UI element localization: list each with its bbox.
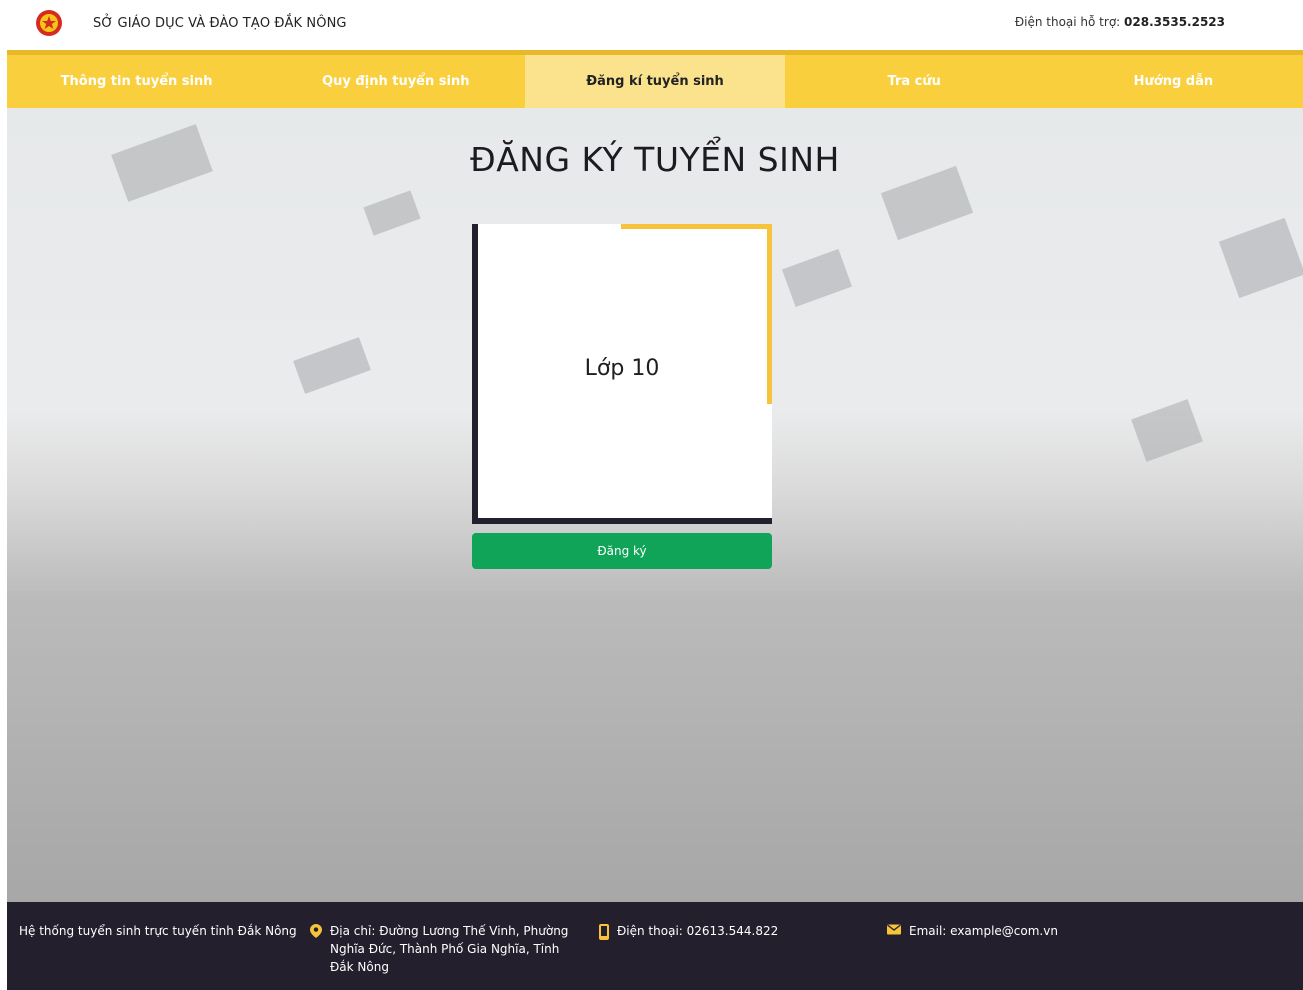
support-label: Điện thoại hỗ trợ:	[1014, 15, 1121, 29]
footer: Hệ thống tuyển sinh trực tuyến tỉnh Đắk …	[7, 902, 1303, 990]
nav-item-quy-dinh-tuyen-sinh[interactable]: Quy định tuyển sinh	[266, 55, 525, 108]
footer-phone: Điện thoại: 02613.544.822	[599, 922, 778, 940]
main-nav: Thông tin tuyển sinh Quy định tuyển sinh…	[7, 50, 1303, 108]
system-name-text: Hệ thống tuyển sinh trực tuyến tỉnh Đắk …	[19, 924, 297, 938]
nav-item-dang-ki-tuyen-sinh[interactable]: Đăng kí tuyển sinh	[525, 55, 785, 108]
national-emblem-icon[interactable]	[35, 9, 63, 37]
hero-section: ĐĂNG KÝ TUYỂN SINH Lớp 10 Đăng ký	[7, 108, 1303, 902]
support-phone: Điện thoại hỗ trợ: 028.3535.2523	[1015, 15, 1225, 29]
map-pin-icon	[310, 924, 322, 938]
nav-item-huong-dan[interactable]: Hướng dẫn	[1044, 55, 1303, 108]
card-label: Lớp 10	[584, 356, 660, 381]
address-text: Địa chỉ: Đường Lương Thế Vinh, Phường Ng…	[330, 924, 569, 974]
email-text[interactable]: Email: example@com.vn	[909, 922, 1058, 940]
footer-system-name: Hệ thống tuyển sinh trực tuyến tỉnh Đắk …	[19, 922, 297, 940]
envelope-icon	[887, 924, 901, 935]
register-button[interactable]: Đăng ký	[472, 533, 772, 569]
nav-item-tra-cuu[interactable]: Tra cứu	[785, 55, 1044, 108]
footer-email: Email: example@com.vn	[887, 922, 1058, 940]
support-number: 028.3535.2523	[1124, 15, 1225, 29]
card-accent-top	[621, 224, 772, 229]
nav-item-thong-tin-tuyen-sinh[interactable]: Thông tin tuyển sinh	[7, 55, 266, 108]
page-title: ĐĂNG KÝ TUYỂN SINH	[470, 140, 840, 179]
phone-icon	[599, 924, 609, 940]
top-header: SỞ GIÁO DỤC VÀ ĐÀO TẠO ĐẮK NÔNG Điện tho…	[7, 0, 1303, 50]
phone-text[interactable]: Điện thoại: 02613.544.822	[617, 922, 778, 940]
footer-address: Địa chỉ: Đường Lương Thế Vinh, Phường Ng…	[310, 922, 570, 976]
organization-name[interactable]: SỞ GIÁO DỤC VÀ ĐÀO TẠO ĐẮK NÔNG	[93, 16, 347, 31]
